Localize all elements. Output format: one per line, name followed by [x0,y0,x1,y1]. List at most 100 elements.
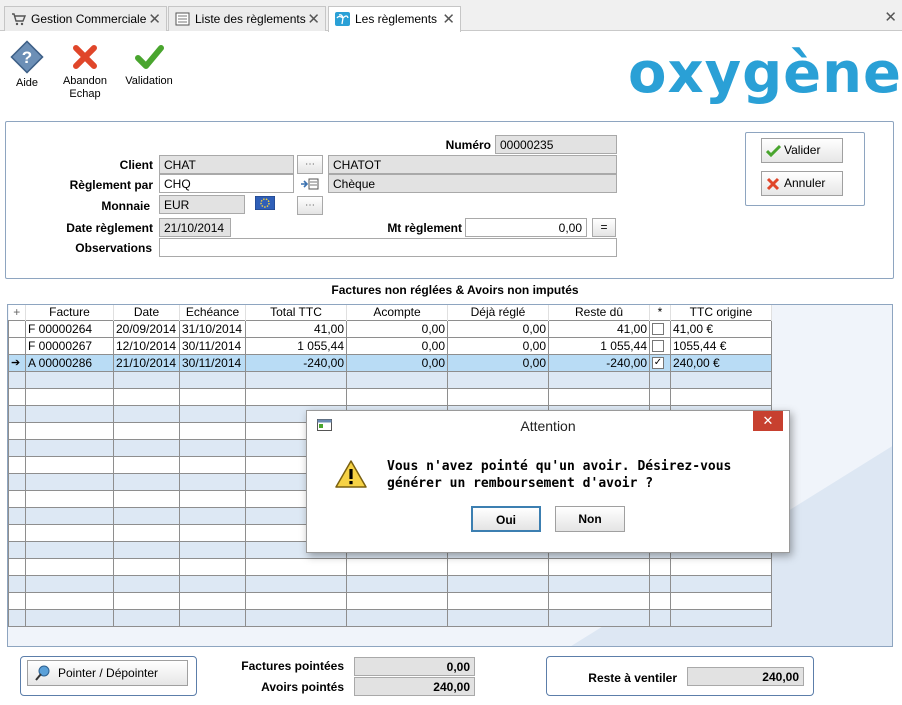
cell-deja-regle: 0,00 [447,336,549,355]
svg-text:?: ? [22,48,32,67]
annuler-button[interactable]: Annuler [761,171,843,196]
empty-cell [8,591,26,610]
equals-button[interactable]: = [592,218,616,237]
client-code-field[interactable]: CHAT [159,155,294,174]
help-button[interactable]: ? Aide [6,40,48,90]
empty-cell [179,608,246,627]
close-icon[interactable]: ✕ [884,8,897,26]
col-star[interactable]: * [649,305,671,320]
numero-field[interactable]: 00000235 [495,135,617,154]
empty-row[interactable] [8,387,772,406]
empty-row[interactable] [8,574,772,593]
mt-field[interactable]: 0,00 [465,218,587,237]
client-name-field[interactable]: CHATOT [328,155,617,174]
cell-echeance: 30/11/2014 [179,336,246,355]
empty-cell [113,523,180,542]
empty-cell [548,608,650,627]
valider-button[interactable]: Valider [761,138,843,163]
palm-icon [335,12,350,26]
empty-cell [649,557,671,576]
empty-cell [25,387,114,406]
monnaie-label: Monnaie [101,199,150,213]
tab-label: Gestion Commerciale [31,12,147,26]
empty-row[interactable] [8,557,772,576]
tab-les-reglements[interactable]: Les règlements ✕ [328,6,461,32]
observations-field[interactable] [159,238,617,257]
cell-ttc-origine: 41,00 € [670,319,772,338]
cell-pointe [649,336,671,355]
close-icon[interactable]: ✕ [442,10,455,28]
empty-cell [8,438,26,457]
cell-facture: A 00000286 [25,353,114,372]
pointer-checkbox[interactable] [652,340,664,353]
empty-cell [8,506,26,525]
empty-cell [670,608,772,627]
col-acompte[interactable]: Acompte [346,305,448,320]
empty-row[interactable] [8,608,772,627]
col-echeance[interactable]: Echéance [179,305,246,320]
table-row-selected[interactable]: ➔ A 00000286 21/10/2014 30/11/2014 -240,… [8,353,772,372]
table-row[interactable]: F 00000267 12/10/2014 30/11/2014 1 055,4… [8,336,772,355]
no-button[interactable]: Non [555,506,625,532]
empty-row[interactable] [8,370,772,389]
empty-cell [548,370,650,389]
col-deja-regle[interactable]: Déjà réglé [447,305,549,320]
monnaie-lookup-button[interactable]: ⋯ [297,196,323,215]
empty-cell [8,387,26,406]
add-row-icon[interactable]: + [8,305,26,320]
empty-cell [245,574,347,593]
client-lookup-button[interactable]: ⋯ [297,155,323,174]
cross-icon [73,45,97,69]
tab-liste-reglements[interactable]: Liste des règlements ✕ [168,6,326,31]
col-total-ttc[interactable]: Total TTC [245,305,347,320]
empty-row[interactable] [8,591,772,610]
pointer-checkbox[interactable] [652,323,664,336]
validation-button[interactable]: Validation [122,42,176,88]
dialog-close-button[interactable]: ✕ [753,411,783,431]
tab-label: Les règlements [355,12,438,26]
checkmark-icon [135,45,164,69]
reglement-list-icon[interactable] [299,176,321,192]
empty-cell [8,608,26,627]
empty-cell [113,574,180,593]
empty-cell [113,370,180,389]
close-icon[interactable]: ✕ [148,10,161,28]
empty-cell [25,455,114,474]
date-field[interactable]: 21/10/2014 [159,218,231,237]
dialog-title: Attention [520,418,576,434]
col-facture[interactable]: Facture [25,305,114,320]
tab-gestion-commerciale[interactable]: Gestion Commerciale ✕ [4,6,167,31]
empty-cell [548,557,650,576]
tab-label: Liste des règlements [195,12,306,26]
reglement-code-field[interactable]: CHQ [159,174,294,193]
empty-cell [8,540,26,559]
reste-ventiler-label: Reste à ventiler [588,671,677,685]
grid-header: + Facture Date Echéance Total TTC Acompt… [8,305,772,320]
client-label: Client [119,158,153,172]
pointer-depointer-button[interactable]: Pointer / Dépointer [27,660,188,686]
empty-cell [8,523,26,542]
cell-reste-du: -240,00 [548,353,650,372]
close-icon[interactable]: ✕ [307,10,320,28]
empty-cell [25,574,114,593]
yes-button[interactable]: Oui [471,506,541,532]
attention-dialog: Attention ✕ Vous n'avez pointé qu'un avo… [306,410,790,553]
empty-cell [179,506,246,525]
monnaie-field[interactable]: EUR [159,195,245,214]
lookup-icon: ⋯ [305,200,315,211]
empty-cell [8,421,26,440]
abandon-button[interactable]: Abandon Echap [58,42,112,101]
cell-acompte: 0,00 [346,336,448,355]
reglement-name-field[interactable]: Chèque [328,174,617,193]
empty-cell [113,540,180,559]
col-date[interactable]: Date [113,305,180,320]
empty-cell [649,608,671,627]
empty-cell [179,523,246,542]
col-reste-du[interactable]: Reste dû [548,305,650,320]
pointer-checkbox[interactable]: ✓ [652,357,664,370]
table-row[interactable]: F 00000264 20/09/2014 31/10/2014 41,00 0… [8,319,772,338]
col-ttc-origine[interactable]: TTC origine [670,305,772,320]
empty-cell [179,370,246,389]
empty-cell [245,557,347,576]
row-pointer-icon: ➔ [8,353,26,372]
